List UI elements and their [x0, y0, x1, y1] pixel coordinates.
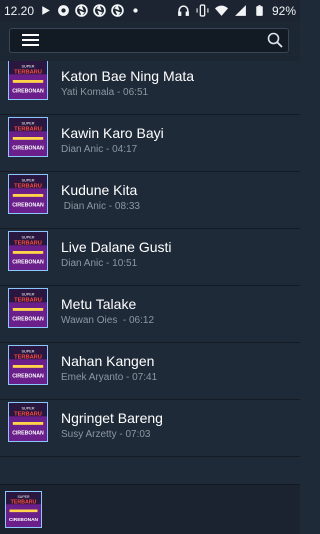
song-title: Live Dalane Gusti [61, 239, 172, 255]
svg-text:SUPER: SUPER [21, 122, 34, 126]
status-time: 12.20 [4, 3, 35, 18]
search-icon[interactable] [266, 31, 284, 49]
search-bar[interactable] [9, 28, 289, 53]
song-list-item[interactable]: SUPER TERBARU CIREBONAN Ngringet Bareng … [0, 400, 300, 457]
song-list-item[interactable]: SUPER TERBARU CIREBONAN Katon Bae Ning M… [0, 61, 300, 115]
svg-text:TERBARU: TERBARU [14, 297, 42, 303]
song-list-item[interactable]: SUPER TERBARU CIREBONAN Nahan Kangen Eme… [0, 343, 300, 400]
song-artist-duration: Dian Anic - 08:33 [61, 201, 140, 212]
album-art-thumbnail: SUPER TERBARU CIREBONAN [8, 117, 48, 157]
song-artist-duration: Dian Anic - 04:17 [61, 144, 138, 155]
song-list[interactable]: SUPER TERBARU CIREBONAN Katon Bae Ning M… [0, 61, 300, 484]
svg-text:SUPER: SUPER [21, 293, 34, 297]
svg-text:SUPER: SUPER [21, 236, 34, 240]
wifi-icon [214, 4, 228, 17]
song-artist-duration: Wawan Oies - 06:12 [61, 315, 155, 326]
svg-text:CIREBONAN: CIREBONAN [12, 430, 44, 436]
song-list-item[interactable]: SUPER TERBARU CIREBONAN Live Dalane Gust… [0, 229, 300, 286]
notification-icon [57, 4, 70, 17]
svg-text:SUPER: SUPER [21, 65, 34, 69]
mini-player[interactable]: SUPER TERBARU CIREBONAN [0, 484, 300, 534]
svg-text:TERBARU: TERBARU [14, 411, 42, 417]
song-title: Kawin Karo Bayi [61, 125, 164, 141]
svg-text:CIREBONAN: CIREBONAN [12, 202, 44, 208]
song-title: Katon Bae Ning Mata [61, 68, 195, 84]
svg-text:TERBARU: TERBARU [14, 69, 42, 75]
song-title: Nahan Kangen [61, 353, 155, 369]
song-title: Kudune Kita [61, 182, 138, 198]
song-artist-duration: Susy Arzetty - 07:03 [61, 429, 151, 440]
battery-level: 92% [271, 3, 296, 18]
song-artist-duration: Yati Komala - 06:51 [61, 87, 149, 98]
song-artist-duration: Emek Aryanto - 07:41 [61, 372, 158, 383]
album-art-thumbnail: SUPER TERBARU CIREBONAN [8, 61, 48, 100]
svg-text:SUPER: SUPER [21, 179, 34, 183]
play-store-icon [39, 4, 52, 17]
album-art-thumbnail: SUPER TERBARU CIREBONAN [8, 288, 48, 328]
hamburger-menu-icon[interactable] [22, 34, 40, 47]
album-art-thumbnail: SUPER TERBARU CIREBONAN [8, 402, 48, 442]
svg-text:CIREBONAN: CIREBONAN [12, 373, 44, 379]
shutter-icon [75, 4, 88, 17]
svg-text:TERBARU: TERBARU [14, 240, 42, 246]
svg-text:CIREBONAN: CIREBONAN [12, 88, 44, 94]
song-list-item[interactable]: SUPER TERBARU CIREBONAN Kudune Kita Dian… [0, 172, 300, 229]
vibrate-icon [196, 4, 209, 17]
svg-text:CIREBONAN: CIREBONAN [12, 145, 44, 151]
shutter-icon [111, 4, 124, 17]
svg-text:TERBARU: TERBARU [11, 499, 37, 505]
album-art-thumbnail: SUPER TERBARU CIREBONAN [8, 174, 48, 214]
status-bar: 12.20 92% [0, 0, 300, 21]
svg-text:TERBARU: TERBARU [14, 183, 42, 189]
svg-text:CIREBONAN: CIREBONAN [12, 259, 44, 265]
album-art-thumbnail: SUPER TERBARU CIREBONAN [8, 231, 48, 271]
song-artist-duration: Dian Anic - 10:51 [61, 258, 138, 269]
song-title: Ngringet Bareng [61, 410, 163, 426]
battery-icon [253, 4, 266, 17]
app-bar [0, 21, 300, 61]
song-list-item[interactable]: SUPER TERBARU CIREBONAN Metu Talake Wawa… [0, 286, 300, 343]
now-playing-thumbnail[interactable]: SUPER TERBARU CIREBONAN [5, 491, 42, 528]
dot-icon [129, 4, 142, 17]
svg-text:TERBARU: TERBARU [14, 354, 42, 360]
signal-icon [234, 4, 247, 17]
svg-text:CIREBONAN: CIREBONAN [9, 517, 39, 523]
album-art-thumbnail: SUPER TERBARU CIREBONAN [8, 345, 48, 385]
shutter-icon [93, 4, 106, 17]
song-title: Metu Talake [61, 296, 137, 312]
headphones-icon [177, 4, 190, 17]
svg-text:CIREBONAN: CIREBONAN [12, 316, 44, 322]
svg-text:SUPER: SUPER [21, 407, 34, 411]
svg-text:TERBARU: TERBARU [14, 126, 42, 132]
song-list-item[interactable]: SUPER TERBARU CIREBONAN Kawin Karo Bayi … [0, 115, 300, 172]
svg-text:SUPER: SUPER [21, 350, 34, 354]
